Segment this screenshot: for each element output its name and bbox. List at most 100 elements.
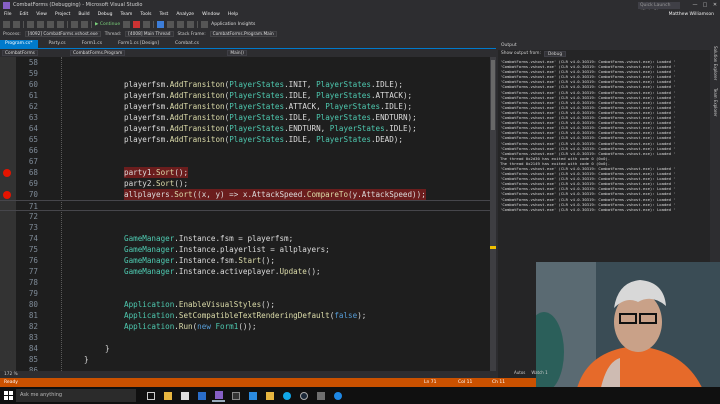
output-source-dropdown[interactable]: Debug (543, 51, 567, 57)
tab-party-cs[interactable]: Party.cs (44, 40, 71, 48)
save-icon[interactable] (47, 21, 54, 28)
autos-tab[interactable]: Autos (514, 370, 525, 375)
continue-button[interactable]: ▶ Continue (95, 22, 120, 27)
code-line[interactable]: 76 GameManager.Instance.fsm.Start(); (0, 255, 490, 266)
tab-form1-cs[interactable]: Form1.cs (77, 40, 107, 48)
code-line[interactable]: 77 GameManager.Instance.activeplayer.Upda… (0, 266, 490, 277)
outlook-icon[interactable] (195, 390, 208, 402)
code-line[interactable]: 74 GameManager.Instance.fsm = playerfsm; (0, 233, 490, 244)
stack-frame-dropdown[interactable]: CombatForms.Program.Main (209, 31, 277, 37)
code-line[interactable]: 71 (0, 200, 490, 211)
folder-icon[interactable] (263, 390, 276, 402)
menu-test[interactable]: Test (155, 12, 172, 17)
show-next-statement-icon[interactable] (157, 21, 165, 28)
user-name[interactable]: Matthew Williamson (669, 12, 714, 17)
code-line[interactable]: 58 (0, 57, 490, 68)
code-editor[interactable]: 58 59 60 playerfsm.AddTransiton(PlayerState… (0, 57, 490, 371)
watch-1-tab[interactable]: Watch 1 (531, 370, 547, 375)
minimize-button[interactable]: — (690, 2, 700, 8)
process-dropdown[interactable]: [4092] CombatForms.vshost.exe (24, 31, 101, 37)
steam-icon[interactable] (297, 390, 310, 402)
menu-file[interactable]: File (0, 12, 16, 17)
tab-combat-cs[interactable]: Combat.cs (170, 40, 204, 48)
code-line[interactable]: 78 (0, 277, 490, 288)
code-line[interactable]: 62 playerfsm.AddTransiton(PlayerStates.AT… (0, 101, 490, 112)
step-over-icon[interactable] (177, 21, 185, 28)
thread-dropdown[interactable]: [4008] Main Thread (125, 31, 174, 37)
code-line[interactable]: 67 (0, 156, 490, 167)
code-line[interactable]: 63 playerfsm.AddTransiton(PlayerStates.ID… (0, 112, 490, 123)
code-line[interactable]: 81 Application.SetCompatibleTextRendering… (0, 310, 490, 321)
code-line[interactable]: 79 (0, 288, 490, 299)
gamepad-icon[interactable] (314, 390, 327, 402)
stop-debugging-icon[interactable] (133, 21, 141, 28)
back-icon[interactable] (3, 21, 10, 28)
menu-build[interactable]: Build (74, 12, 93, 17)
team-explorer-tab[interactable]: Team Explorer (712, 88, 718, 117)
code-line[interactable]: 64 playerfsm.AddTransiton(PlayerStates.EN… (0, 123, 490, 134)
code-line[interactable]: 73 (0, 222, 490, 233)
tab-form1-cs-design[interactable]: Form1.cs [Design] (113, 40, 164, 48)
menu-debug[interactable]: Debug (94, 12, 117, 17)
new-project-icon[interactable] (27, 21, 34, 28)
webcam-overlay (536, 262, 720, 392)
breakpoint-icon[interactable] (3, 169, 11, 177)
menu-view[interactable]: View (32, 12, 51, 17)
redo-icon[interactable] (81, 21, 88, 28)
maximize-button[interactable]: □ (700, 2, 710, 8)
store-icon[interactable] (178, 390, 191, 402)
start-button[interactable] (0, 387, 16, 404)
editor-scrollbar-thumb[interactable] (491, 60, 495, 130)
application-insights-button[interactable]: Application Insights (211, 22, 255, 27)
menu-team[interactable]: Team (116, 12, 136, 17)
break-all-icon[interactable] (123, 21, 131, 28)
code-line[interactable]: 83 (0, 332, 490, 343)
save-all-icon[interactable] (57, 21, 64, 28)
step-out-icon[interactable] (187, 21, 195, 28)
code-line[interactable]: 65 playerfsm.AddTransiton(PlayerStates.ID… (0, 134, 490, 145)
code-line[interactable]: 59 (0, 68, 490, 79)
close-button[interactable]: ✕ (710, 2, 720, 8)
code-line[interactable]: 60 playerfsm.AddTransiton(PlayerStates.IN… (0, 79, 490, 90)
code-line[interactable]: 75 GameManager.Instance.playerlist = allp… (0, 244, 490, 255)
code-line[interactable]: 69 party2.Sort(); (0, 178, 490, 189)
cortana-search-box[interactable]: Ask me anything (16, 389, 136, 402)
member-dropdown[interactable]: Main() (227, 50, 247, 56)
code-line[interactable]: 82 Application.Run(new Form1()); (0, 321, 490, 332)
code-line[interactable]: 70 allplayers.Sort((x, y) => x.AttackSpee… (0, 189, 490, 200)
media-player-icon[interactable] (229, 390, 242, 402)
breakpoint-icon[interactable] (3, 191, 11, 199)
line-number: 64 (28, 124, 38, 133)
menu-window[interactable]: Window (198, 12, 224, 17)
zoom-level[interactable]: 172 % (0, 371, 496, 378)
edge-icon[interactable] (331, 390, 344, 402)
menu-edit[interactable]: Edit (16, 12, 33, 17)
skype-icon[interactable] (280, 390, 293, 402)
step-into-icon[interactable] (167, 21, 175, 28)
code-line[interactable]: 68 party1.Sort(); (0, 167, 490, 178)
code-line[interactable]: 84} (0, 343, 490, 354)
undo-icon[interactable] (71, 21, 78, 28)
visual-studio-taskbar-icon[interactable] (212, 390, 225, 402)
code-line[interactable]: 85} (0, 354, 490, 365)
code-line[interactable]: 61 playerfsm.AddTransiton(PlayerStates.ID… (0, 90, 490, 101)
menu-tools[interactable]: Tools (136, 12, 155, 17)
photos-icon[interactable] (246, 390, 259, 402)
class-dropdown[interactable]: CombatForms.Program (69, 50, 126, 56)
project-dropdown[interactable]: CombatForms (2, 50, 38, 56)
task-view-icon[interactable] (144, 390, 157, 402)
forward-icon[interactable] (13, 21, 20, 28)
menu-analyze[interactable]: Analyze (172, 12, 198, 17)
solution-explorer-tab[interactable]: Solution Explorer (712, 46, 718, 80)
open-file-icon[interactable] (37, 21, 44, 28)
output-text[interactable]: 'CombatForms.vshost.exe' (CLR v4.0.30319… (500, 59, 706, 212)
tab-program-cs[interactable]: Program.cs* (0, 40, 38, 48)
menu-help[interactable]: Help (224, 12, 242, 17)
code-line[interactable]: 66 (0, 145, 490, 156)
code-line[interactable]: 80 Application.EnableVisualStyles(); (0, 299, 490, 310)
quick-launch-input[interactable]: Quick Launch (Ctrl+Q) (638, 1, 680, 15)
restart-icon[interactable] (143, 21, 151, 28)
menu-project[interactable]: Project (51, 12, 74, 17)
file-explorer-icon[interactable] (161, 390, 174, 402)
code-line[interactable]: 72 (0, 211, 490, 222)
